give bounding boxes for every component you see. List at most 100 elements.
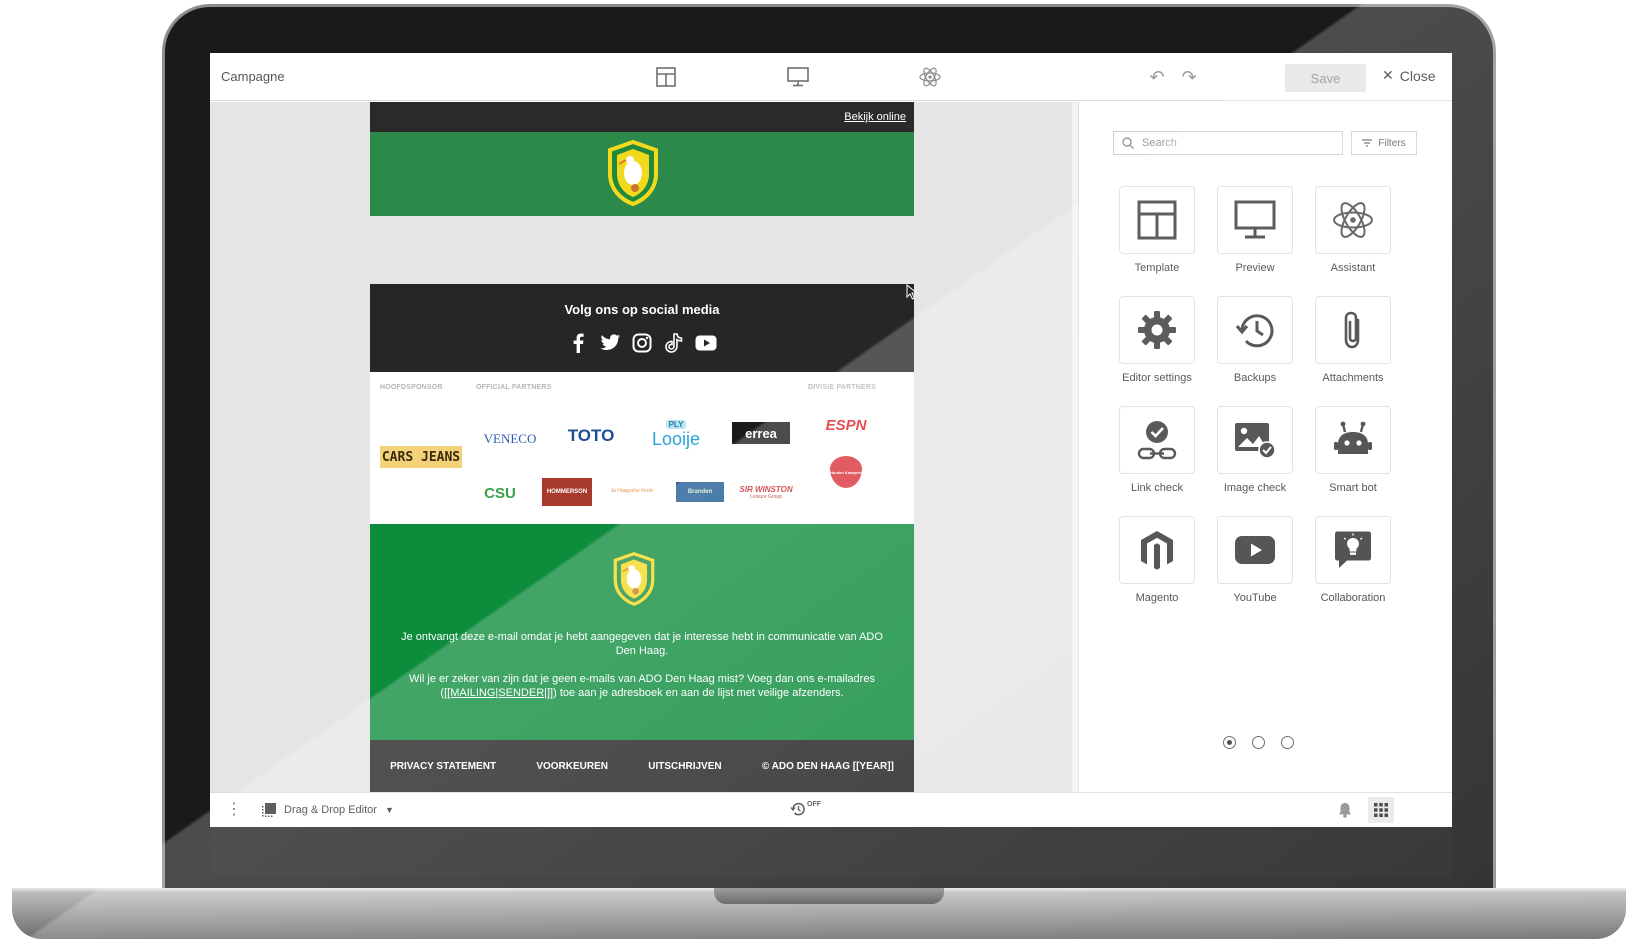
bell-icon[interactable] xyxy=(1338,802,1352,823)
close-button[interactable]: ✕ Close xyxy=(1382,67,1436,84)
robot-icon xyxy=(1334,421,1372,454)
tile-backups[interactable] xyxy=(1217,296,1293,364)
atom-icon xyxy=(1333,202,1373,238)
image-check-icon xyxy=(1235,423,1276,459)
redo-icon[interactable]: ↷ xyxy=(1179,67,1199,87)
app-screen: Campagne ↶ ↷ Save ✕ Close Bekijk online xyxy=(210,53,1452,827)
gear-icon xyxy=(1138,311,1176,349)
tile-youtube[interactable] xyxy=(1217,516,1293,584)
view-online-link[interactable]: Bekijk online xyxy=(844,111,906,123)
filters-button[interactable]: Filters xyxy=(1351,131,1417,155)
bottom-bar: ⋮ Drag & Drop Editor ▼ OFF xyxy=(210,792,1452,827)
toto-logo: TOTO xyxy=(567,426,615,445)
apps-grid-icon[interactable] xyxy=(1368,797,1394,823)
search-input[interactable]: Search xyxy=(1113,131,1343,155)
hommerson-logo: HOMMERSON xyxy=(542,478,592,506)
tools-sidebar: Search Filters Template Preview Assistan… xyxy=(1078,102,1452,792)
tiktok-icon[interactable] xyxy=(663,332,685,354)
email-canvas[interactable]: Bekijk online Volg ons op social media H… xyxy=(210,102,1072,792)
espn-logo: ESPN xyxy=(825,416,867,434)
autosave-state: OFF xyxy=(807,801,821,808)
email-spacer xyxy=(370,216,914,284)
history-icon xyxy=(1235,314,1274,348)
undo-icon[interactable]: ↶ xyxy=(1147,67,1167,87)
paperclip-icon xyxy=(1344,311,1360,349)
laptop-bezel xyxy=(210,826,1452,878)
magento-icon xyxy=(1141,531,1173,570)
looije-badge: PLY xyxy=(665,420,687,429)
email-bottom-links: PRIVACY STATEMENT VOORKEUREN UITSCHRIJVE… xyxy=(370,740,914,792)
laptop-notch xyxy=(714,888,944,904)
page-dot-1[interactable] xyxy=(1223,736,1236,749)
template-icon[interactable] xyxy=(654,65,678,89)
footer-text-suffix: ) toe aan je adresboek en aan de lijst m… xyxy=(553,687,844,699)
haagsche-fonds-logo: Ja Haagsche fonds xyxy=(610,488,654,494)
email-footer[interactable]: Je ontvangt deze e-mail omdat je hebt aa… xyxy=(370,524,914,740)
cars-jeans-logo: CARS JEANS xyxy=(380,446,462,468)
assistant-icon[interactable] xyxy=(918,65,942,89)
social-title: Volg ons op social media xyxy=(564,302,720,317)
close-label: Close xyxy=(1399,67,1436,84)
errea-logo: errea xyxy=(732,422,790,444)
tile-label-assistant: Assistant xyxy=(1330,262,1376,274)
email-header[interactable]: Bekijk online xyxy=(370,102,914,216)
official-partners-label: OFFICIAL PARTNERS xyxy=(476,384,552,391)
autosave-history-icon xyxy=(790,802,805,816)
tile-preview[interactable] xyxy=(1217,186,1293,254)
monitor-icon xyxy=(1234,200,1276,239)
looije-logo: PLY Looije xyxy=(644,418,708,452)
autosave-toggle[interactable]: OFF xyxy=(790,801,821,817)
tile-label-attachments: Attachments xyxy=(1322,372,1384,384)
tile-label-smart-bot: Smart bot xyxy=(1329,482,1377,494)
youtube-icon[interactable] xyxy=(695,332,717,354)
social-section[interactable]: Volg ons op social media xyxy=(370,284,914,372)
tile-collaboration[interactable] xyxy=(1315,516,1391,584)
sir-winston-sub: Leisure Group xyxy=(750,493,782,500)
page-dot-2[interactable] xyxy=(1252,736,1265,749)
mailing-sender-link[interactable]: [[MAILING|SENDER|]] xyxy=(444,687,553,699)
facebook-icon[interactable] xyxy=(567,332,589,354)
main-sponsor-label: HOOFDSPONSOR xyxy=(380,384,443,391)
template-icon xyxy=(1137,200,1177,240)
save-button[interactable]: Save xyxy=(1285,64,1366,92)
tile-assistant[interactable] xyxy=(1315,186,1391,254)
sir-winston-logo: SIR WINSTON Leisure Group xyxy=(738,482,794,502)
tile-label-collaboration: Collaboration xyxy=(1320,592,1386,604)
tile-editor-settings[interactable] xyxy=(1119,296,1195,364)
instagram-icon[interactable] xyxy=(631,332,653,354)
partners-section[interactable]: HOOFDSPONSOR OFFICIAL PARTNERS DIVISIE P… xyxy=(370,372,914,524)
tile-attachments[interactable] xyxy=(1315,296,1391,364)
editor-mode-dropdown[interactable]: Drag & Drop Editor ▼ xyxy=(262,803,394,817)
search-icon xyxy=(1122,137,1134,149)
collaboration-icon xyxy=(1335,531,1371,568)
editor-mode-icon xyxy=(262,803,276,817)
preferences-link[interactable]: VOORKEUREN xyxy=(536,761,608,772)
search-placeholder: Search xyxy=(1142,137,1177,149)
tile-smart-bot[interactable] xyxy=(1315,406,1391,474)
chevron-down-icon: ▼ xyxy=(384,805,394,815)
preview-icon[interactable] xyxy=(786,65,810,89)
tile-image-check[interactable] xyxy=(1217,406,1293,474)
twitter-icon[interactable] xyxy=(599,332,621,354)
filter-icon xyxy=(1362,139,1373,147)
link-check-icon xyxy=(1137,421,1177,460)
tile-magento[interactable] xyxy=(1119,516,1195,584)
app-title: Campagne xyxy=(221,69,285,84)
footer-text-consent: Je ontvangt deze e-mail omdat je hebt aa… xyxy=(401,631,883,657)
division-partners-label: DIVISIE PARTNERS xyxy=(808,384,877,391)
footer-text-safe-sender: Wil je er zeker van zijn dat je geen e-m… xyxy=(390,672,894,700)
unsubscribe-link[interactable]: UITSCHRIJVEN xyxy=(648,761,721,772)
tile-template[interactable] xyxy=(1119,186,1195,254)
editor-mode-label: Drag & Drop Editor xyxy=(284,804,377,816)
houten-kampeer-logo: Houten Kampeer xyxy=(830,456,862,488)
page-dot-3[interactable] xyxy=(1281,736,1294,749)
close-icon: ✕ xyxy=(1382,67,1394,83)
veneco-logo: VENECO xyxy=(483,431,537,446)
more-menu-icon[interactable]: ⋮ xyxy=(226,802,242,818)
ado-den-haag-crest-icon xyxy=(608,140,658,206)
csu-logo: CSU xyxy=(484,484,516,502)
mouse-cursor-icon xyxy=(906,284,918,300)
tile-link-check[interactable] xyxy=(1119,406,1195,474)
privacy-link[interactable]: PRIVACY STATEMENT xyxy=(390,761,496,772)
filters-label: Filters xyxy=(1378,137,1406,149)
